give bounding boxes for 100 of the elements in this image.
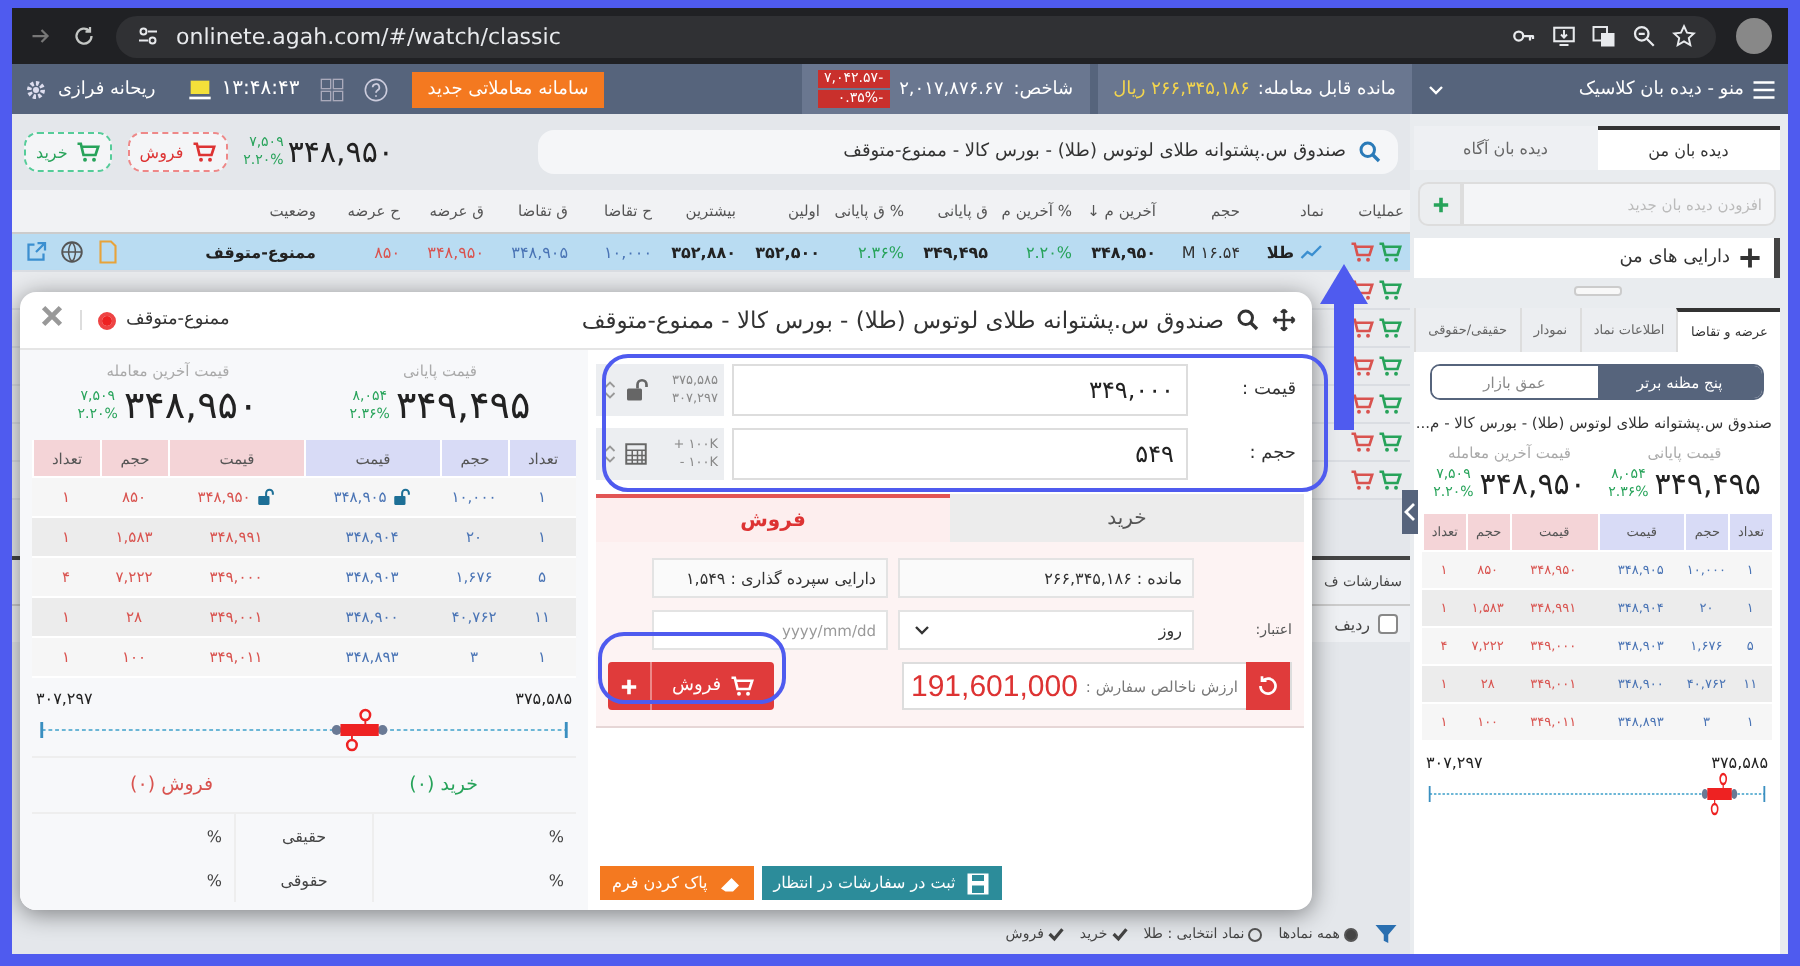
- range-max: ۳۷۵,۵۸۵: [515, 690, 572, 708]
- spinner-icon[interactable]: [602, 442, 618, 466]
- grid-icon[interactable]: [319, 77, 344, 101]
- submit-order-button[interactable]: فروش: [608, 662, 774, 710]
- plus-icon: [1738, 246, 1762, 270]
- balance-value: ۲۶۶,۳۴۵,۱۸۶ ریال: [1113, 79, 1250, 99]
- profile-avatar[interactable]: [1736, 18, 1772, 54]
- sell-cart-icon[interactable]: [1350, 316, 1374, 340]
- resize-handle[interactable]: [1573, 286, 1621, 296]
- reload-icon[interactable]: [72, 24, 96, 48]
- sell-cart-icon[interactable]: [1350, 278, 1374, 302]
- table-cell-text: ۲.۲۰%: [1023, 243, 1074, 261]
- sell-cart-icon[interactable]: [1350, 430, 1374, 454]
- validity-select[interactable]: روز: [898, 610, 1194, 650]
- key-icon[interactable]: [1512, 24, 1536, 48]
- order-side-tab[interactable]: فروش: [596, 494, 950, 542]
- cart-icon: [729, 674, 754, 698]
- buy-cart-icon[interactable]: [1378, 316, 1402, 340]
- calculator-icon[interactable]: [624, 442, 648, 466]
- sell-cart-icon[interactable]: [1350, 354, 1374, 378]
- close-icon: [40, 304, 64, 328]
- price-field[interactable]: ۳۴۹,۰۰۰: [732, 364, 1188, 416]
- remaining-balance: مانده : ۲۶۶,۳۴۵,۱۸۶: [898, 558, 1194, 598]
- sell-cart-icon[interactable]: [1350, 468, 1374, 492]
- radio-button[interactable]: [1248, 927, 1263, 941]
- collapse-button[interactable]: [1402, 490, 1418, 534]
- user-name[interactable]: ریحانه فرازی: [58, 79, 156, 99]
- refresh-icon: [1256, 674, 1280, 698]
- lock-icon[interactable]: [624, 378, 648, 402]
- translate-icon[interactable]: [1592, 24, 1616, 48]
- lock-icon[interactable]: [256, 488, 275, 506]
- sell-share: %: [204, 827, 224, 845]
- range-min: ۳۰۷,۲۹۷: [36, 690, 93, 708]
- order-value: 191,601,000: [909, 669, 1078, 703]
- buy-orders-count: خرید (۰): [409, 774, 478, 796]
- watchlist-tab[interactable]: دیده بان من: [1597, 126, 1780, 170]
- clear-form-button[interactable]: پاک کردن فرم: [600, 866, 754, 900]
- sell-share: %: [204, 871, 224, 889]
- radio-button[interactable]: [1344, 927, 1358, 941]
- zoom-icon[interactable]: [1632, 24, 1656, 48]
- buy-cart-icon[interactable]: [1378, 430, 1402, 454]
- search-icon[interactable]: [1236, 308, 1260, 332]
- buy-cart-icon[interactable]: [1378, 354, 1402, 378]
- table-cell-text: ۳۴۸,۹۵۰: [425, 243, 486, 261]
- buy-cart-icon[interactable]: [1378, 240, 1402, 264]
- menu-icon[interactable]: [1752, 77, 1776, 101]
- plus-icon: [1431, 195, 1449, 213]
- buy-cart-icon[interactable]: [1378, 392, 1402, 416]
- save-pending-button[interactable]: ثبت در سفارشات در انتظار: [761, 866, 1002, 900]
- volume-field[interactable]: ۵۴۹: [732, 428, 1188, 480]
- buy-button[interactable]: خرید: [24, 132, 112, 172]
- table-cell-text: ۳۵۲,۵۰۰: [753, 243, 822, 261]
- address-bar[interactable]: onlinete.agah.com/#/watch/classic: [116, 15, 1716, 57]
- gear-icon[interactable]: [24, 77, 48, 101]
- watchlist-group[interactable]: دارایی های من: [1414, 238, 1780, 278]
- investor-type: حقیقی: [234, 814, 374, 858]
- new-system-button[interactable]: سامانه معاملاتی جدید: [411, 71, 605, 107]
- range-min: ۳۰۷,۲۹۷: [1426, 754, 1483, 772]
- sell-cart-icon[interactable]: [1350, 392, 1374, 416]
- move-icon[interactable]: [1272, 308, 1296, 332]
- investor-type: حقوقی: [234, 858, 374, 902]
- monitor-icon: [187, 77, 212, 101]
- buy-share: %: [546, 871, 566, 889]
- external-link-icon[interactable]: [24, 240, 48, 264]
- line-chart-icon[interactable]: [1300, 240, 1324, 264]
- table-cell-text: ۸۵۰: [372, 243, 402, 261]
- sell-button[interactable]: فروش: [127, 132, 228, 172]
- check-icon[interactable]: [1111, 926, 1128, 942]
- plus-icon: [620, 677, 638, 695]
- add-button[interactable]: [1418, 182, 1462, 226]
- lock-icon[interactable]: [392, 488, 411, 506]
- table-row[interactable]: طلا ۱۶.۵۴ M ۳۴۸,۹۵۰ ۲.۲۰% ۳۴۹,۴۹۵ ۲.۳۶% ۳۵۲,۵۰۰ ۳۵۲,۸۸۰ ۱۰,۰۰۰ ۳۴۸,۹۰۵ ۳۴۸,۹۵۰ ۸۵۰ ممنوع-متوقف: [12, 234, 1410, 272]
- column-header: ردیف: [1334, 615, 1370, 633]
- select-all-checkbox[interactable]: [1378, 614, 1398, 634]
- back-arrow-icon[interactable]: [28, 24, 52, 48]
- buy-cart-icon[interactable]: [1378, 468, 1402, 492]
- table-cell-text: ۳۴۸,۹۵۰: [1089, 243, 1158, 261]
- dialog-title: صندوق س.پشتوانه طلای لوتوس (طلا) - بورس کالا - ممنوع-متوقف: [581, 306, 1224, 334]
- refresh-button[interactable]: [1246, 662, 1290, 710]
- globe-icon[interactable]: [60, 240, 84, 264]
- symbol-search-field[interactable]: صندوق س.پشتوانه طلای لوتوس (طلا) - بورس کالا - ممنوع-متوقف: [538, 130, 1398, 174]
- check-icon[interactable]: [1047, 926, 1064, 942]
- install-icon[interactable]: [1552, 24, 1576, 48]
- last-price: ۳۴۸,۹۵۰: [287, 134, 394, 170]
- star-icon[interactable]: [1672, 24, 1696, 48]
- site-settings-icon: [136, 24, 160, 48]
- buy-cart-icon[interactable]: [1378, 278, 1402, 302]
- watchlist-tab[interactable]: دیده بان آگاه: [1414, 126, 1597, 170]
- filter-icon[interactable]: [1374, 922, 1398, 946]
- order-side-tab[interactable]: خرید: [950, 494, 1304, 542]
- spinner-icon[interactable]: [602, 378, 618, 402]
- index-value: ۲,۰۱۷,۸۷۶.۶۷: [899, 79, 1004, 99]
- table-cell-text: ۱۰,۰۰۰: [601, 243, 654, 261]
- help-icon[interactable]: [363, 77, 388, 101]
- sell-cart-icon[interactable]: [1350, 240, 1374, 264]
- table-cell-text: ۳۴۹,۴۹۵: [921, 243, 990, 261]
- save-icon: [965, 871, 990, 895]
- field-label: حجم :: [1247, 444, 1298, 464]
- menu-title[interactable]: منو - دیده بان کلاسیک: [1578, 79, 1744, 99]
- table-cell-text: ۱۶.۵۴ M: [1179, 243, 1242, 261]
